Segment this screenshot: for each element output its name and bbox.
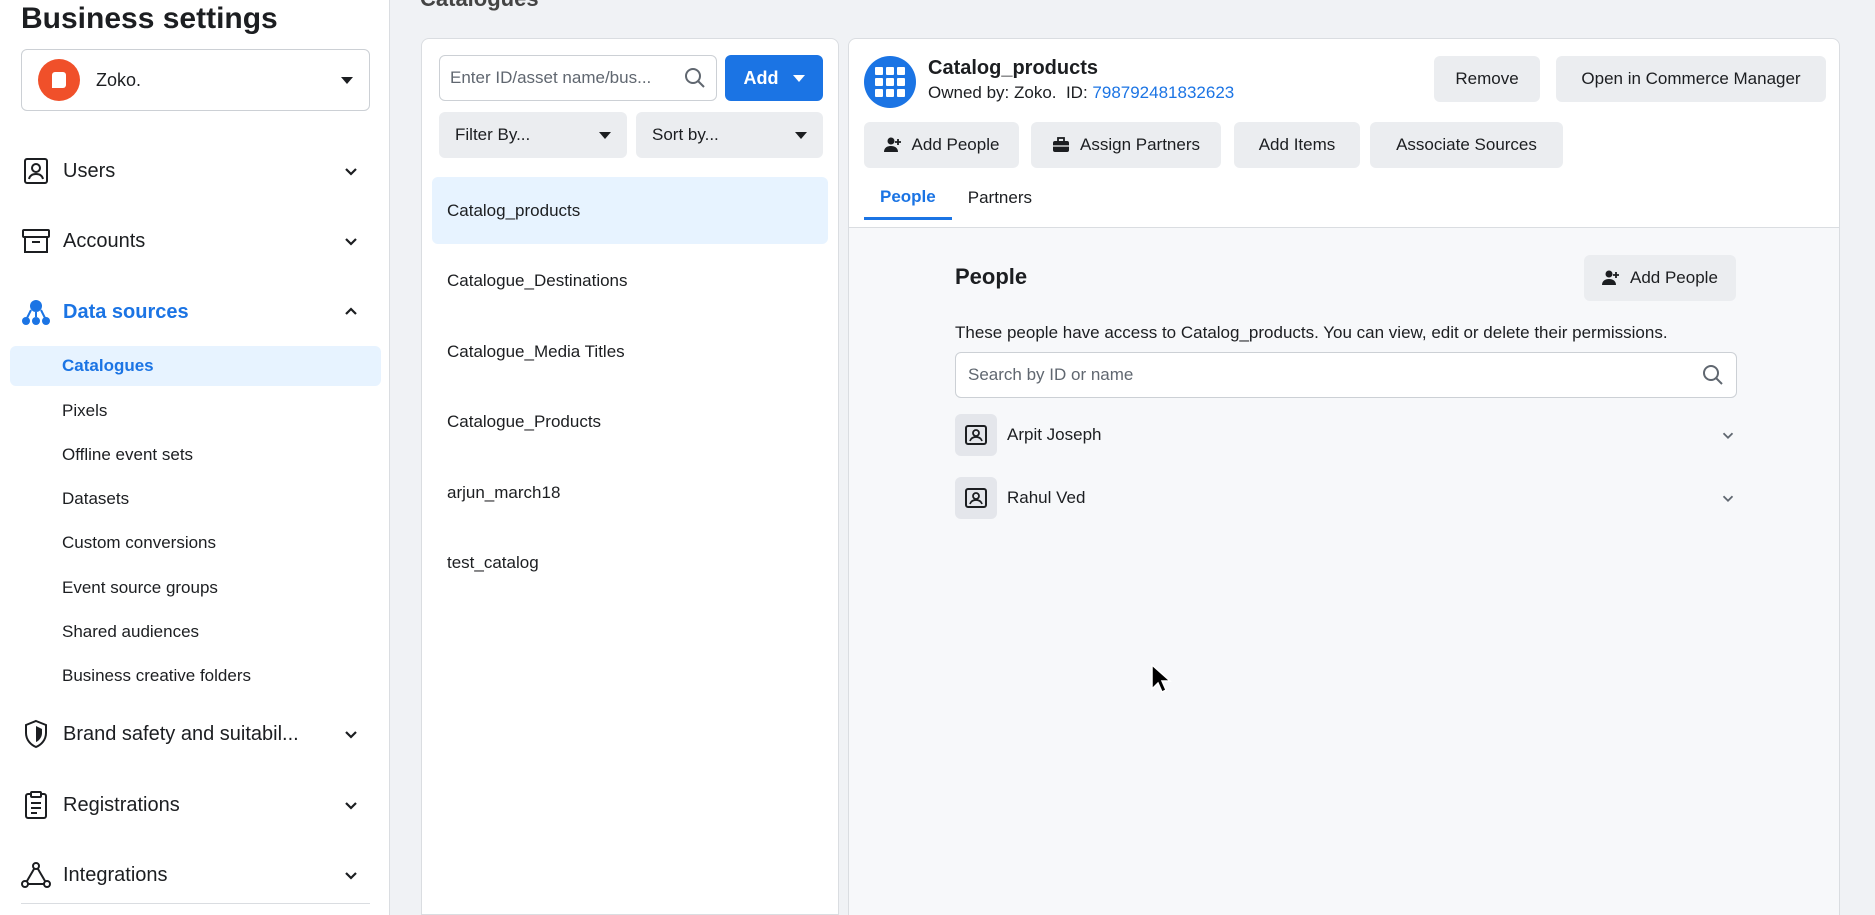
chevron-up-icon: [345, 307, 357, 315]
business-logo-icon: [38, 59, 80, 101]
chevron-down-icon: [345, 802, 357, 810]
people-title: People: [955, 264, 1028, 289]
section-title: Catalogues: [420, 0, 539, 12]
nav-users-label: Users: [63, 159, 116, 182]
people-section: People Add People These people have acce…: [849, 228, 1839, 915]
add-button[interactable]: Add: [725, 55, 823, 101]
asset-search-input[interactable]: Enter ID/asset name/bus...: [439, 55, 717, 101]
search-icon: [685, 68, 705, 88]
assign-partners-button[interactable]: Assign Partners: [1031, 122, 1221, 168]
owner-text: Owned by: Zoko. ID:: [928, 83, 1093, 102]
person-row[interactable]: Rahul Ved: [955, 476, 1737, 520]
sidebar: Business settings Zoko. Users Accounts D…: [0, 0, 390, 915]
search-icon: [1703, 365, 1723, 385]
data-sources-icon: [21, 297, 51, 327]
people-search-placeholder: Search by ID or name: [968, 365, 1134, 384]
add-person-icon: [883, 137, 901, 152]
chevron-down-icon: [345, 168, 357, 176]
catalog-grid-icon: [864, 56, 916, 108]
caret-down-icon: [792, 74, 805, 82]
integrations-icon: [21, 860, 51, 890]
detail-tabs: People Partners: [864, 176, 1048, 220]
list-item[interactable]: Catalogue_Products: [432, 388, 828, 455]
sub-item-offline-event-sets[interactable]: Offline event sets: [10, 435, 381, 475]
list-item[interactable]: Catalog_products: [432, 177, 828, 244]
sub-item-custom-conversions[interactable]: Custom conversions: [10, 523, 381, 563]
remove-button[interactable]: Remove: [1434, 56, 1540, 102]
add-button-label: Add: [743, 67, 779, 88]
nav-data-sources[interactable]: Data sources: [21, 292, 361, 332]
nav-accounts[interactable]: Accounts: [21, 221, 361, 261]
sub-item-event-source-groups[interactable]: Event source groups: [10, 568, 381, 608]
add-people-label: Add People: [911, 135, 1000, 154]
catalog-name: Catalog_products: [928, 57, 1099, 79]
chevron-down-icon: [345, 238, 357, 246]
catalog-owner: Owned by: Zoko. ID: 798792481832623: [928, 83, 1234, 103]
divider: [21, 903, 370, 904]
nav-accounts-label: Accounts: [63, 229, 146, 252]
clipboard-icon: [21, 790, 51, 820]
person-avatar-icon: [955, 414, 997, 456]
person-name: Arpit Joseph: [1007, 425, 1102, 444]
list-item[interactable]: test_catalog: [432, 529, 828, 596]
nav-registrations-label: Registrations: [63, 793, 180, 816]
catalog-id-link[interactable]: 798792481832623: [1092, 83, 1234, 102]
catalogue-detail-panel: Catalog_products Owned by: Zoko. ID: 798…: [848, 38, 1840, 915]
sort-label: Sort by...: [652, 125, 719, 144]
nav-registrations[interactable]: Registrations: [21, 785, 361, 825]
archive-icon: [21, 226, 51, 256]
people-add-label: Add People: [1630, 268, 1718, 287]
sub-item-pixels[interactable]: Pixels: [10, 391, 381, 431]
caret-down-icon: [599, 131, 611, 139]
sort-dropdown[interactable]: Sort by...: [636, 112, 823, 158]
people-add-button[interactable]: Add People: [1584, 255, 1736, 301]
nav-users[interactable]: Users: [21, 151, 361, 191]
business-selector[interactable]: Zoko.: [21, 49, 370, 111]
caret-down-icon: [795, 131, 807, 139]
chevron-down-icon[interactable]: [1719, 489, 1737, 507]
add-items-button[interactable]: Add Items: [1234, 122, 1360, 168]
nav-brand-safety[interactable]: Brand safety and suitabil...: [21, 714, 361, 754]
page-title: Business settings: [21, 2, 278, 35]
shield-icon: [21, 719, 51, 749]
chevron-down-icon[interactable]: [1719, 426, 1737, 444]
nav-brand-safety-label: Brand safety and suitabil...: [63, 722, 299, 745]
mouse-cursor-icon: [1151, 663, 1172, 694]
list-item[interactable]: arjun_march18: [432, 459, 828, 526]
person-name: Rahul Ved: [1007, 488, 1086, 507]
tab-people[interactable]: People: [864, 176, 952, 220]
asset-search-placeholder: Enter ID/asset name/bus...: [450, 68, 652, 87]
add-people-button[interactable]: Add People: [864, 122, 1019, 168]
people-search-input[interactable]: Search by ID or name: [955, 352, 1737, 398]
business-name: Zoko.: [96, 69, 142, 90]
filter-label: Filter By...: [455, 125, 531, 144]
person-row[interactable]: Arpit Joseph: [955, 413, 1737, 457]
filter-dropdown[interactable]: Filter By...: [439, 112, 627, 158]
add-person-icon: [1602, 270, 1619, 285]
users-icon: [21, 156, 51, 186]
list-item[interactable]: Catalogue_Media Titles: [432, 318, 828, 385]
associate-sources-button[interactable]: Associate Sources: [1370, 122, 1563, 168]
nav-integrations-label: Integrations: [63, 863, 168, 886]
sub-item-datasets[interactable]: Datasets: [10, 479, 381, 519]
sub-item-business-creative-folders[interactable]: Business creative folders: [10, 656, 381, 696]
list-item[interactable]: Catalogue_Destinations: [432, 247, 828, 314]
chevron-down-icon: [345, 872, 357, 880]
people-description: These people have access to Catalog_prod…: [955, 323, 1668, 342]
sub-item-catalogues[interactable]: Catalogues: [10, 346, 381, 386]
nav-data-sources-label: Data sources: [63, 300, 189, 323]
chevron-down-icon: [345, 731, 357, 739]
tab-partners[interactable]: Partners: [952, 176, 1048, 220]
person-avatar-icon: [955, 477, 997, 519]
sub-item-shared-audiences[interactable]: Shared audiences: [10, 612, 381, 652]
assign-partners-label: Assign Partners: [1080, 135, 1200, 154]
briefcase-icon: [1053, 137, 1069, 152]
nav-integrations[interactable]: Integrations: [21, 855, 361, 895]
catalogue-list-panel: Enter ID/asset name/bus... Add Filter By…: [421, 38, 839, 915]
caret-down-icon: [341, 76, 353, 84]
open-commerce-manager-button[interactable]: Open in Commerce Manager: [1556, 56, 1826, 102]
